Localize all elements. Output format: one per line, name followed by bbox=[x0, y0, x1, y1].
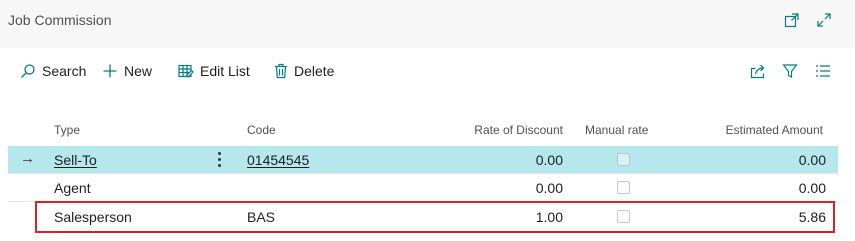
estimated-amount-cell: 5.86 bbox=[798, 209, 826, 225]
search-label: Search bbox=[42, 63, 87, 79]
type-cell[interactable]: Salesperson bbox=[54, 209, 132, 225]
new-label: New bbox=[124, 63, 153, 79]
action-bar: Search New Edit List Delete bbox=[0, 48, 855, 94]
table-row[interactable]: Salesperson BAS 1.00 5.86 bbox=[35, 201, 835, 233]
list-view-icon[interactable] bbox=[813, 61, 833, 81]
edit-list-icon bbox=[178, 64, 194, 78]
delete-button[interactable]: Delete bbox=[274, 62, 334, 80]
column-header-code[interactable]: Code bbox=[247, 123, 276, 137]
code-cell[interactable]: BAS bbox=[247, 209, 275, 225]
manual-rate-checkbox[interactable] bbox=[617, 181, 630, 194]
page-title: Job Commission bbox=[8, 12, 112, 28]
estimated-amount-cell: 0.00 bbox=[798, 152, 826, 168]
rate-of-discount-cell[interactable]: 1.00 bbox=[448, 209, 563, 225]
share-icon[interactable] bbox=[748, 61, 768, 81]
rate-of-discount-cell[interactable]: 0.00 bbox=[448, 180, 563, 196]
row-actions-menu-icon[interactable] bbox=[213, 148, 225, 170]
table-row[interactable]: Agent 0.00 0.00 bbox=[8, 174, 838, 202]
search-button[interactable]: Search bbox=[20, 62, 86, 80]
manual-rate-checkbox[interactable] bbox=[617, 153, 630, 166]
code-cell[interactable]: 01454545 bbox=[247, 152, 309, 168]
plus-icon bbox=[103, 64, 117, 78]
estimated-amount-cell: 0.00 bbox=[798, 180, 826, 196]
type-cell[interactable]: Sell-To bbox=[54, 152, 97, 168]
type-cell[interactable]: Agent bbox=[54, 180, 91, 196]
edit-list-label: Edit List bbox=[200, 63, 250, 79]
rate-of-discount-cell[interactable]: 0.00 bbox=[448, 152, 563, 168]
column-header-rate-of-discount[interactable]: Rate of Discount bbox=[440, 123, 563, 137]
column-header-estimated-amount[interactable]: Estimated Amount bbox=[680, 123, 823, 137]
edit-list-button[interactable]: Edit List bbox=[178, 62, 250, 80]
delete-label: Delete bbox=[294, 63, 335, 79]
title-bar: Job Commission bbox=[0, 0, 855, 48]
new-button[interactable]: New bbox=[102, 62, 152, 80]
trash-icon bbox=[275, 63, 287, 79]
open-in-new-window-icon[interactable] bbox=[782, 10, 802, 30]
column-header-type[interactable]: Type bbox=[54, 123, 80, 137]
manual-rate-checkbox[interactable] bbox=[617, 210, 630, 223]
filter-icon[interactable] bbox=[780, 61, 800, 81]
column-header-manual-rate[interactable]: Manual rate bbox=[585, 123, 648, 137]
expand-icon[interactable] bbox=[814, 10, 834, 30]
table-row[interactable]: → Sell-To 01454545 0.00 0.00 bbox=[8, 146, 838, 174]
search-icon bbox=[21, 64, 35, 78]
current-row-arrow-icon: → bbox=[20, 150, 35, 167]
